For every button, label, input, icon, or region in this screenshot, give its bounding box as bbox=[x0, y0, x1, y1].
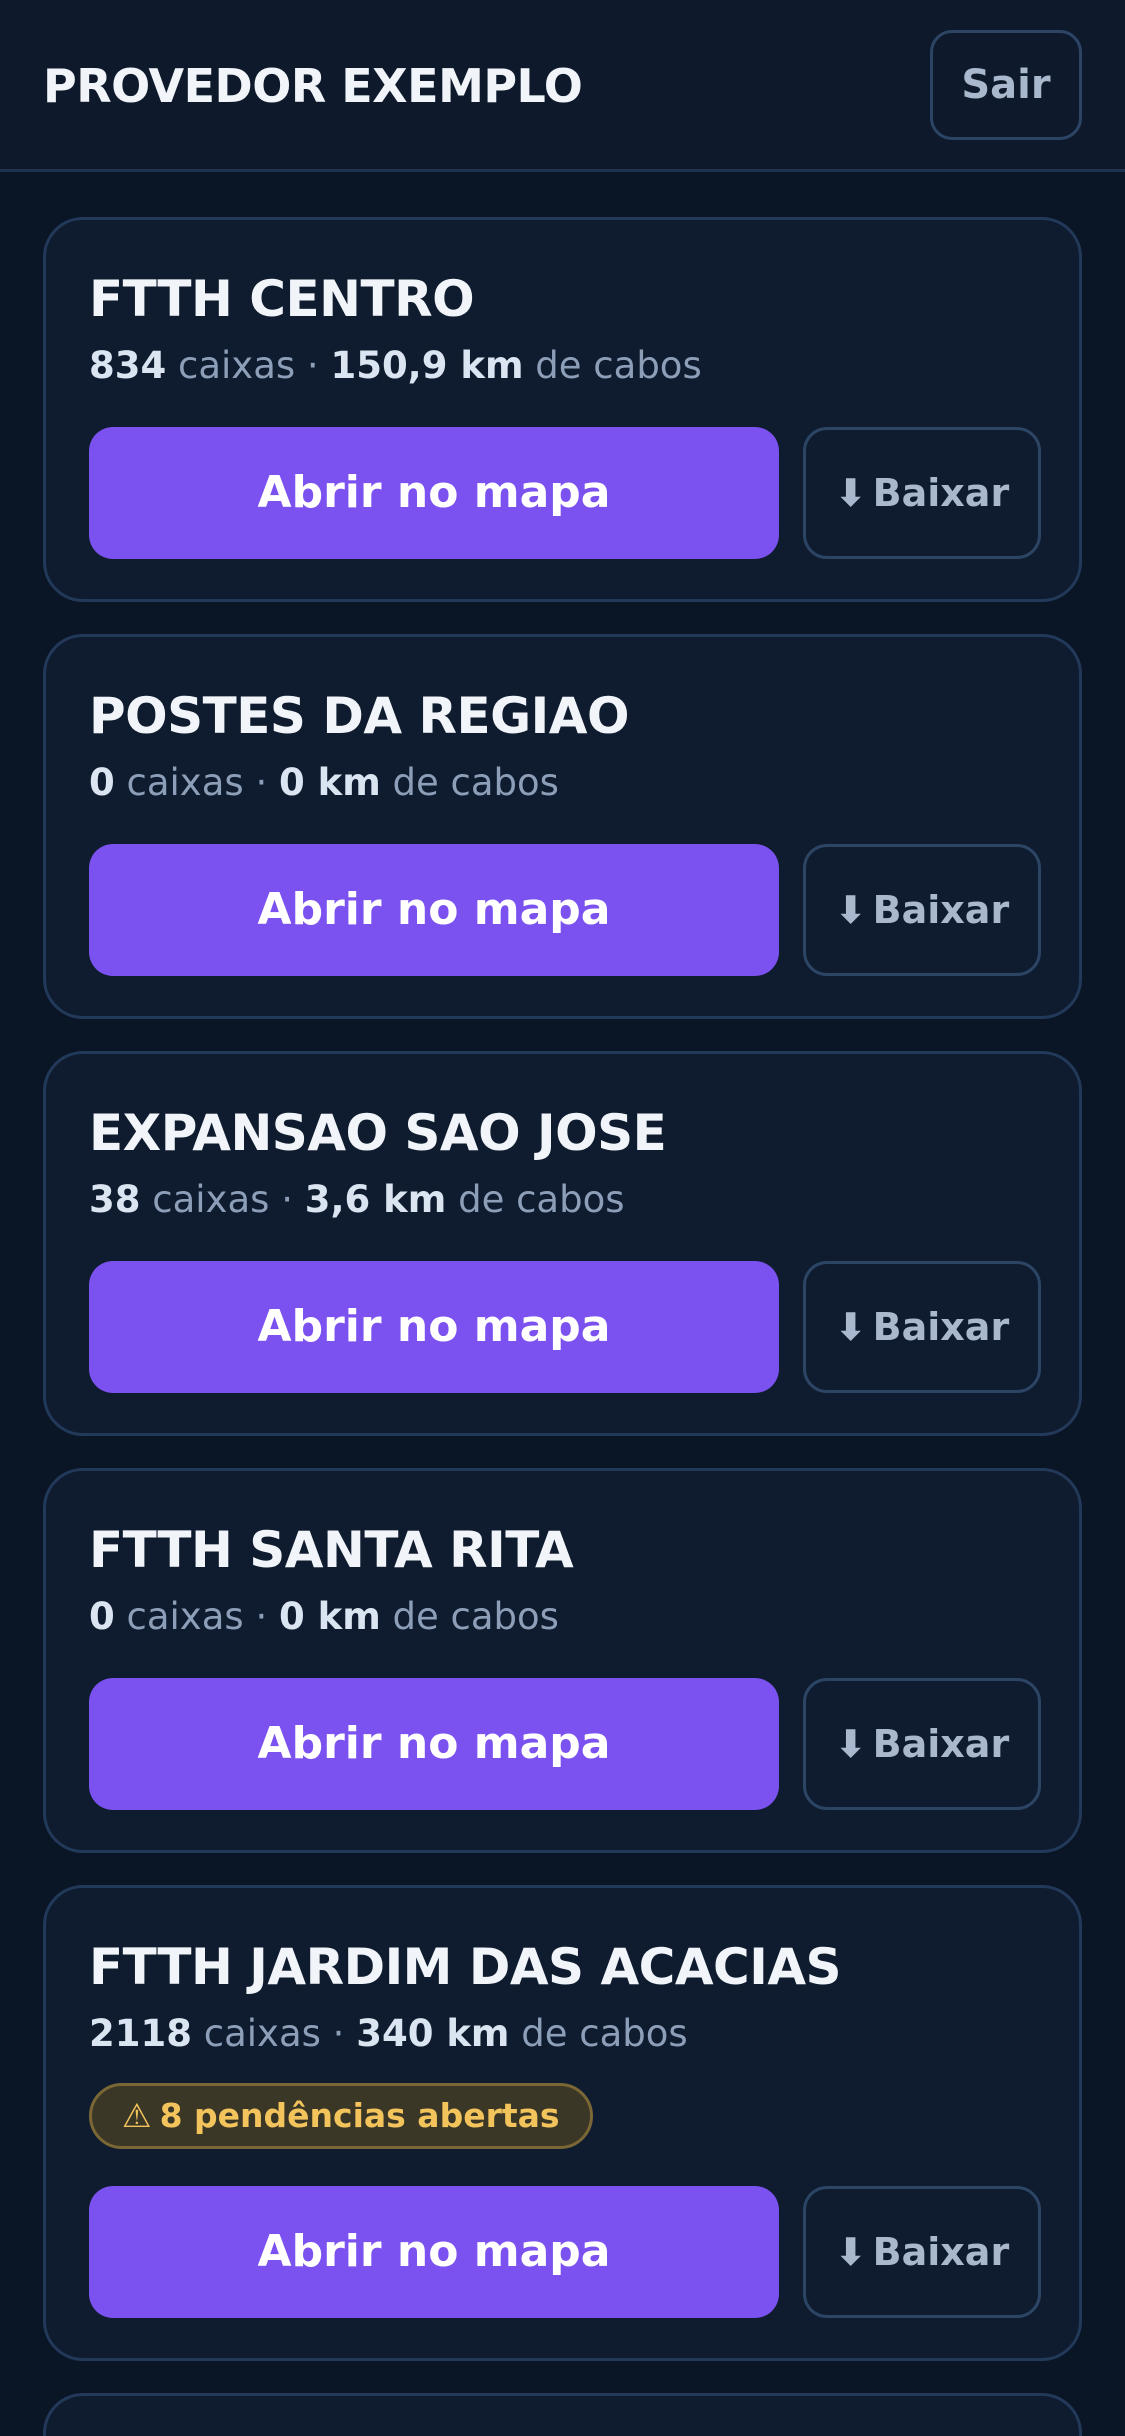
project-stats: 38 caixas · 3,6 km de cabos bbox=[89, 1178, 625, 1221]
cable-length-label: de cabos bbox=[521, 2012, 688, 2055]
box-count: 834 bbox=[89, 344, 167, 387]
stats-separator: · bbox=[281, 1178, 293, 1221]
project-card: POSTES DA REGIAO 0 caixas · 0 km de cabo… bbox=[43, 634, 1082, 1019]
cable-length: 340 km bbox=[356, 2012, 510, 2055]
cable-length-label: de cabos bbox=[392, 761, 559, 804]
project-card-partial bbox=[43, 2393, 1082, 2436]
download-label: Baixar bbox=[872, 1722, 1010, 1766]
open-map-button[interactable]: Abrir no mapa bbox=[89, 1678, 779, 1810]
open-map-button[interactable]: Abrir no mapa bbox=[89, 1261, 779, 1393]
download-icon: ⬇ bbox=[834, 888, 867, 932]
box-count-label: caixas bbox=[126, 761, 244, 804]
download-button[interactable]: ⬇ Baixar bbox=[803, 427, 1041, 559]
project-card: FTTH CENTRO 834 caixas · 150,9 km de cab… bbox=[43, 217, 1082, 602]
box-count-label: caixas bbox=[152, 1178, 270, 1221]
download-label: Baixar bbox=[872, 888, 1010, 932]
project-card: EXPANSAO SAO JOSE 38 caixas · 3,6 km de … bbox=[43, 1051, 1082, 1436]
stats-separator: · bbox=[306, 344, 319, 387]
open-map-button[interactable]: Abrir no mapa bbox=[89, 844, 779, 976]
cable-length-label: de cabos bbox=[458, 1178, 625, 1221]
warning-icon: ⚠ bbox=[122, 2096, 152, 2135]
box-count: 2118 bbox=[89, 2012, 192, 2055]
project-stats: 0 caixas · 0 km de cabos bbox=[89, 761, 559, 804]
cable-length-label: de cabos bbox=[392, 1595, 559, 1638]
download-icon: ⬇ bbox=[834, 1305, 867, 1349]
download-icon: ⬇ bbox=[834, 2230, 867, 2274]
box-count-label: caixas bbox=[203, 2012, 321, 2055]
pending-issues-label: 8 pendências abertas bbox=[159, 2096, 560, 2135]
stats-separator: · bbox=[332, 2012, 345, 2055]
cable-length: 0 km bbox=[278, 761, 381, 804]
project-title: EXPANSAO SAO JOSE bbox=[89, 1104, 667, 1162]
cable-length: 150,9 km bbox=[330, 344, 524, 387]
cable-length: 3,6 km bbox=[304, 1178, 447, 1221]
project-stats: 2118 caixas · 340 km de cabos bbox=[89, 2012, 688, 2055]
project-stats: 834 caixas · 150,9 km de cabos bbox=[89, 344, 702, 387]
download-button[interactable]: ⬇ Baixar bbox=[803, 844, 1041, 976]
download-label: Baixar bbox=[872, 471, 1010, 515]
stats-separator: · bbox=[255, 761, 268, 804]
download-button[interactable]: ⬇ Baixar bbox=[803, 1261, 1041, 1393]
box-count: 38 bbox=[89, 1178, 141, 1221]
download-button[interactable]: ⬇ Baixar bbox=[803, 1678, 1041, 1810]
pending-issues-badge[interactable]: ⚠ 8 pendências abertas bbox=[89, 2083, 593, 2149]
project-stats: 0 caixas · 0 km de cabos bbox=[89, 1595, 559, 1638]
brand-title: PROVEDOR EXEMPLO bbox=[43, 59, 583, 113]
project-title: FTTH JARDIM DAS ACACIAS bbox=[89, 1938, 842, 1996]
box-count-label: caixas bbox=[126, 1595, 244, 1638]
download-button[interactable]: ⬇ Baixar bbox=[803, 2186, 1041, 2318]
open-map-button[interactable]: Abrir no mapa bbox=[89, 2186, 779, 2318]
project-title: POSTES DA REGIAO bbox=[89, 687, 629, 745]
box-count: 0 bbox=[89, 761, 115, 804]
open-map-button[interactable]: Abrir no mapa bbox=[89, 427, 779, 559]
box-count-label: caixas bbox=[178, 344, 296, 387]
logout-button[interactable]: Sair bbox=[930, 30, 1082, 140]
project-card: FTTH JARDIM DAS ACACIAS 2118 caixas · 34… bbox=[43, 1885, 1082, 2361]
download-icon: ⬇ bbox=[834, 471, 867, 515]
cable-length-label: de cabos bbox=[535, 344, 702, 387]
cable-length: 0 km bbox=[278, 1595, 381, 1638]
project-title: FTTH CENTRO bbox=[89, 270, 475, 328]
project-title: FTTH SANTA RITA bbox=[89, 1521, 574, 1579]
app-header: PROVEDOR EXEMPLO Sair bbox=[0, 0, 1125, 172]
box-count: 0 bbox=[89, 1595, 115, 1638]
download-label: Baixar bbox=[872, 2230, 1010, 2274]
download-label: Baixar bbox=[872, 1305, 1010, 1349]
stats-separator: · bbox=[255, 1595, 268, 1638]
project-card: FTTH SANTA RITA 0 caixas · 0 km de cabos… bbox=[43, 1468, 1082, 1853]
download-icon: ⬇ bbox=[834, 1722, 867, 1766]
